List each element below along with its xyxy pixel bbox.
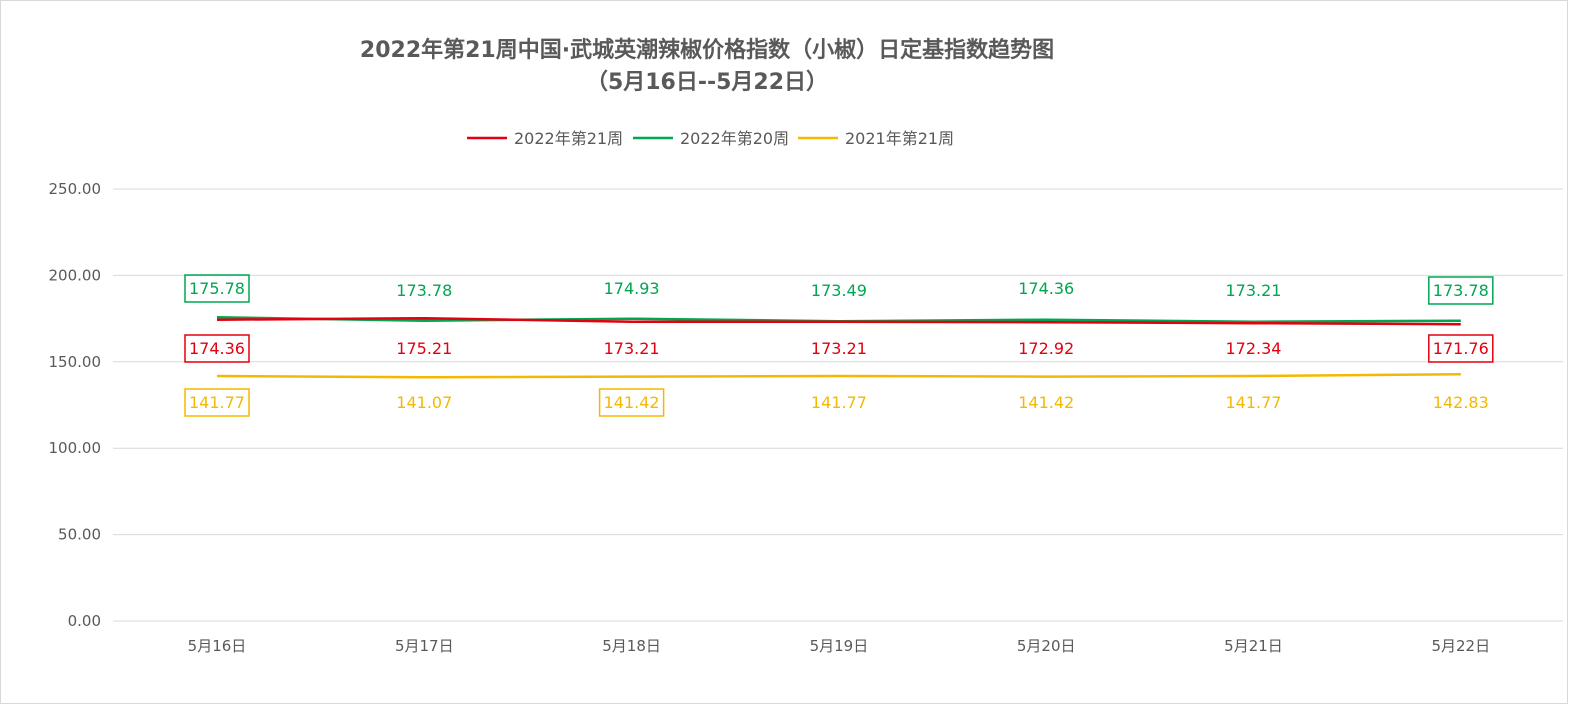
- data-label: 173.21: [1226, 281, 1282, 300]
- x-tick-label: 5月22日: [1431, 637, 1490, 655]
- data-label: 173.49: [811, 281, 867, 300]
- series-line: [216, 372, 1461, 379]
- data-label: 141.77: [1226, 393, 1282, 412]
- x-tick-label: 5月20日: [1017, 637, 1076, 655]
- legend-label: 2021年第21周: [845, 129, 954, 148]
- data-label: 141.07: [396, 393, 452, 412]
- y-tick-label: 200.00: [49, 266, 102, 284]
- y-tick-label: 0.00: [68, 612, 101, 630]
- legend-label: 2022年第21周: [514, 129, 623, 148]
- y-tick-label: 250.00: [49, 180, 102, 198]
- data-label: 172.34: [1226, 339, 1282, 358]
- data-label: 174.93: [604, 279, 660, 298]
- data-label: 174.36: [1018, 279, 1074, 298]
- line-chart: 0.00 50.00 100.00 150.00 200.00 250.00 5月16日 5月…: [49, 129, 1563, 655]
- chart-frame: 2022年第21周中国·武城英潮辣椒价格指数（小椒）日定基指数趋势图 （5月16…: [0, 0, 1568, 704]
- data-label: 175.21: [396, 339, 452, 358]
- data-label: 141.77: [811, 393, 867, 412]
- data-label: 173.78: [1433, 281, 1489, 300]
- data-label: 173.78: [396, 281, 452, 300]
- y-tick-label: 50.00: [58, 526, 101, 544]
- x-tick-label: 5月18日: [602, 637, 661, 655]
- data-label: 141.42: [1018, 393, 1074, 412]
- y-tick-label: 100.00: [49, 439, 102, 457]
- x-tick-label: 5月19日: [810, 637, 869, 655]
- data-label: 171.76: [1433, 339, 1489, 358]
- x-tick-label: 5月17日: [395, 637, 454, 655]
- legend-label: 2022年第20周: [680, 129, 789, 148]
- data-label: 172.92: [1018, 339, 1074, 358]
- y-tick-label: 150.00: [49, 353, 102, 371]
- data-label: 174.36: [189, 339, 245, 358]
- x-tick-label: 5月16日: [188, 637, 247, 655]
- data-label: 173.21: [604, 339, 660, 358]
- data-label: 141.42: [604, 393, 660, 412]
- data-label: 142.83: [1433, 393, 1489, 412]
- data-label: 175.78: [189, 279, 245, 298]
- x-tick-label: 5月21日: [1224, 637, 1283, 655]
- data-label: 173.21: [811, 339, 867, 358]
- data-label: 141.77: [189, 393, 245, 412]
